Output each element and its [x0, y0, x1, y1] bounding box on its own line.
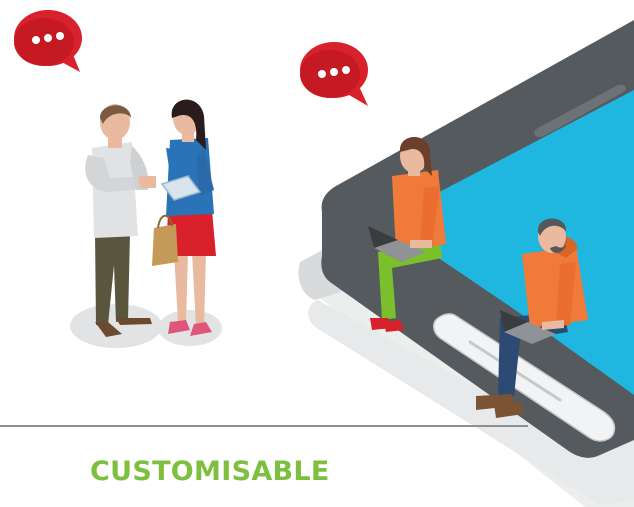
divider-line [0, 425, 528, 427]
caption-heading: CUSTOMISABLE [90, 456, 330, 487]
woman-with-tablet [152, 99, 222, 346]
chat-bubble-icon [14, 10, 82, 72]
chat-bubble-icon [300, 42, 368, 106]
illustration [14, 10, 634, 507]
man-arms-crossed [70, 104, 162, 348]
